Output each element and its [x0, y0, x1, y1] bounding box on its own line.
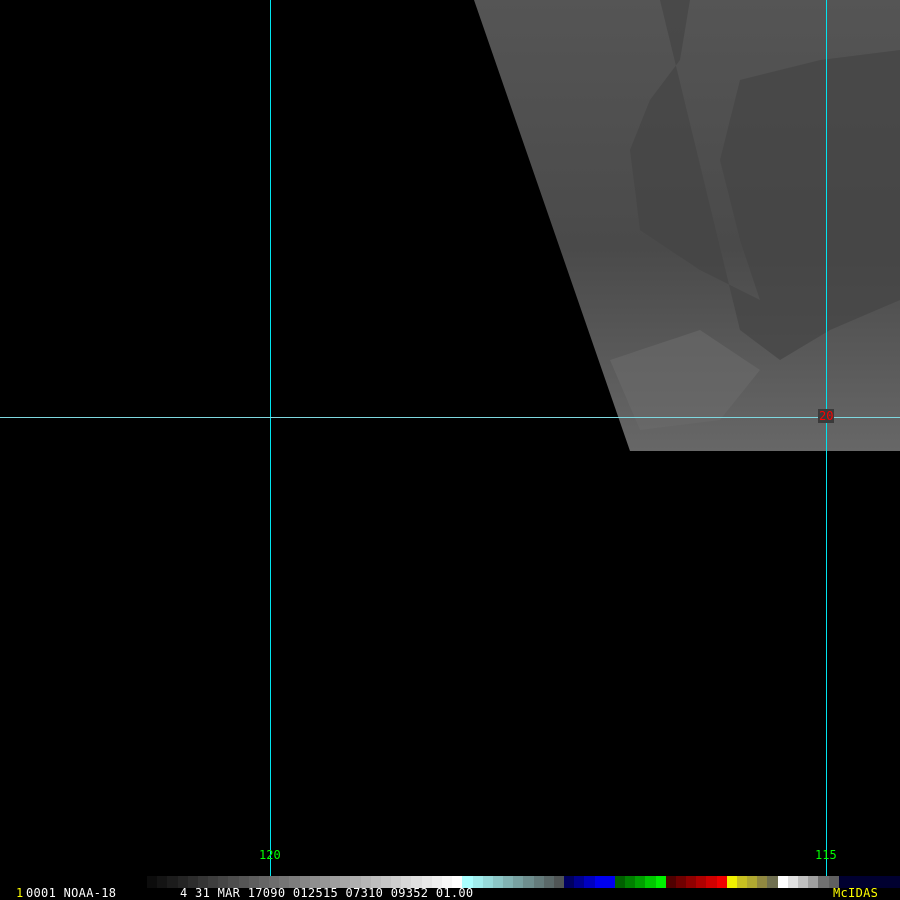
frame-number: 1 [16, 886, 24, 900]
color-bar-segment [614, 876, 626, 888]
color-bar-segment [879, 876, 890, 888]
color-bar-segment [818, 876, 829, 888]
color-bar-segment [696, 876, 707, 888]
color-bar-segment [655, 876, 666, 888]
color-bar-segment [777, 876, 788, 888]
color-bar-segment [635, 876, 646, 888]
color-bar-segment [147, 876, 158, 888]
longitude-label: 115 [815, 848, 837, 862]
color-bar-segment [543, 876, 554, 888]
longitude-line-120 [270, 0, 271, 888]
color-bar-segment [757, 876, 768, 888]
color-bar-segment [645, 876, 656, 888]
color-bar-segment [503, 876, 514, 888]
color-bar-segment [798, 876, 809, 888]
color-bar-segment [808, 876, 819, 888]
color-bar-segment [584, 876, 595, 888]
image-header: 0001 NOAA-18 [26, 886, 117, 900]
longitude-line-115 [826, 0, 827, 888]
image-info: 4 31 MAR 17090 012515 07310 09352 01.00 [180, 886, 474, 900]
color-bar-segment [736, 876, 748, 888]
color-bar-segment [472, 876, 483, 888]
color-bar-segment [157, 876, 168, 888]
color-bar-segment [726, 876, 737, 888]
color-bar-segment [604, 876, 615, 888]
longitude-label: 120 [259, 848, 281, 862]
color-bar-segment [675, 876, 687, 888]
color-bar-segment [889, 876, 900, 888]
color-bar-segment [706, 876, 717, 888]
color-bar-segment [787, 876, 798, 888]
color-bar-segment [167, 876, 178, 888]
color-bar-segment [553, 876, 565, 888]
color-bar-segment [574, 876, 585, 888]
color-bar-segment [665, 876, 676, 888]
color-bar-segment [533, 876, 544, 888]
color-bar-segment [594, 876, 605, 888]
color-bar-segment [686, 876, 697, 888]
satellite-image-viewer: 120 115 20 1 0001 NOAA-18 4 31 MAR 17090… [0, 0, 900, 900]
latitude-line-20 [0, 417, 900, 418]
color-bar-segment [564, 876, 575, 888]
color-bar-segment [625, 876, 636, 888]
color-bar-segment [482, 876, 493, 888]
color-bar-segment [513, 876, 524, 888]
satellite-imagery [474, 0, 900, 451]
mcidas-logo: McIDAS [833, 886, 879, 900]
color-bar-segment [716, 876, 727, 888]
color-bar-segment [747, 876, 758, 888]
color-bar-segment [767, 876, 778, 888]
color-bar-segment [523, 876, 534, 888]
color-bar-segment [492, 876, 504, 888]
latitude-label: 20 [818, 409, 835, 423]
